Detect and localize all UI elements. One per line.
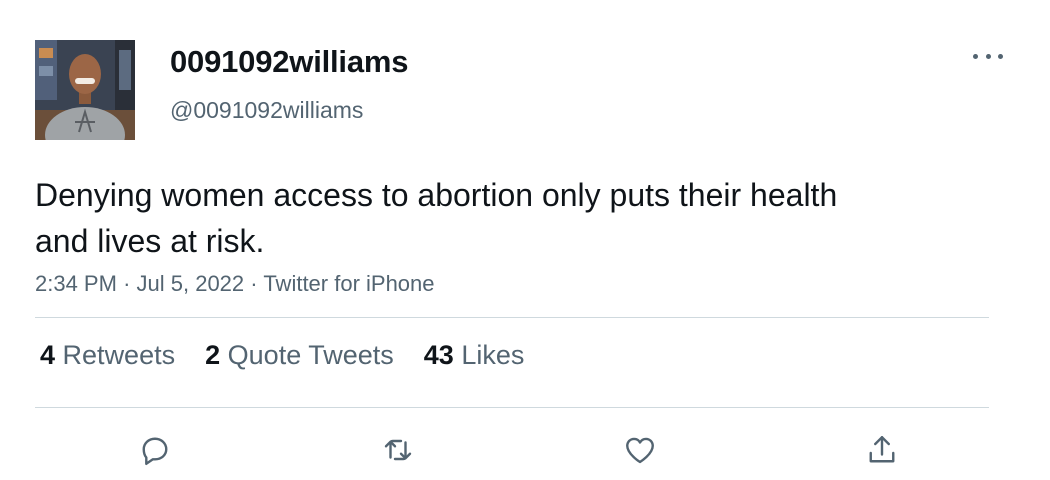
meta-separator: ·: [250, 271, 258, 296]
quote-tweets-count: 2: [205, 340, 221, 370]
more-options-button[interactable]: [973, 46, 1003, 66]
tweet-time[interactable]: 2:34 PM: [35, 271, 117, 296]
retweets-label: Retweets: [62, 340, 176, 370]
tweet-source[interactable]: Twitter for iPhone: [263, 271, 434, 296]
tweet-text: Denying women access to abortion only pu…: [35, 177, 838, 259]
likes-label: Likes: [461, 340, 525, 370]
like-button[interactable]: [620, 430, 660, 470]
more-dot: [985, 53, 991, 59]
tweet-meta: 2:34 PM · Jul 5, 2022 · Twitter for iPho…: [35, 271, 435, 297]
reply-button[interactable]: [135, 430, 175, 470]
tweet-stats: 4 Retweets 2 Quote Tweets 43 Likes: [40, 340, 524, 371]
meta-separator: ·: [123, 271, 131, 296]
reply-icon: [142, 437, 168, 465]
tweet-date[interactable]: Jul 5, 2022: [137, 271, 245, 296]
quote-tweets-stat[interactable]: 2 Quote Tweets: [205, 340, 394, 371]
user-handle[interactable]: @0091092williams: [170, 97, 363, 124]
retweets-count: 4: [40, 340, 56, 370]
display-name[interactable]: 0091092williams: [170, 44, 408, 80]
retweet-button[interactable]: [378, 430, 418, 470]
likes-stat[interactable]: 43 Likes: [424, 340, 525, 371]
avatar[interactable]: [35, 40, 135, 140]
share-icon: [869, 436, 895, 463]
quote-tweets-label: Quote Tweets: [227, 340, 394, 370]
avatar-photo: [35, 40, 135, 140]
share-button[interactable]: [862, 430, 902, 470]
divider: [35, 317, 989, 318]
heart-icon: [626, 437, 654, 464]
retweets-stat[interactable]: 4 Retweets: [40, 340, 175, 371]
retweet-icon: [384, 439, 412, 461]
divider: [35, 407, 989, 408]
more-dot: [998, 53, 1003, 59]
likes-count: 43: [423, 340, 454, 370]
more-horizontal-icon: [973, 53, 978, 59]
